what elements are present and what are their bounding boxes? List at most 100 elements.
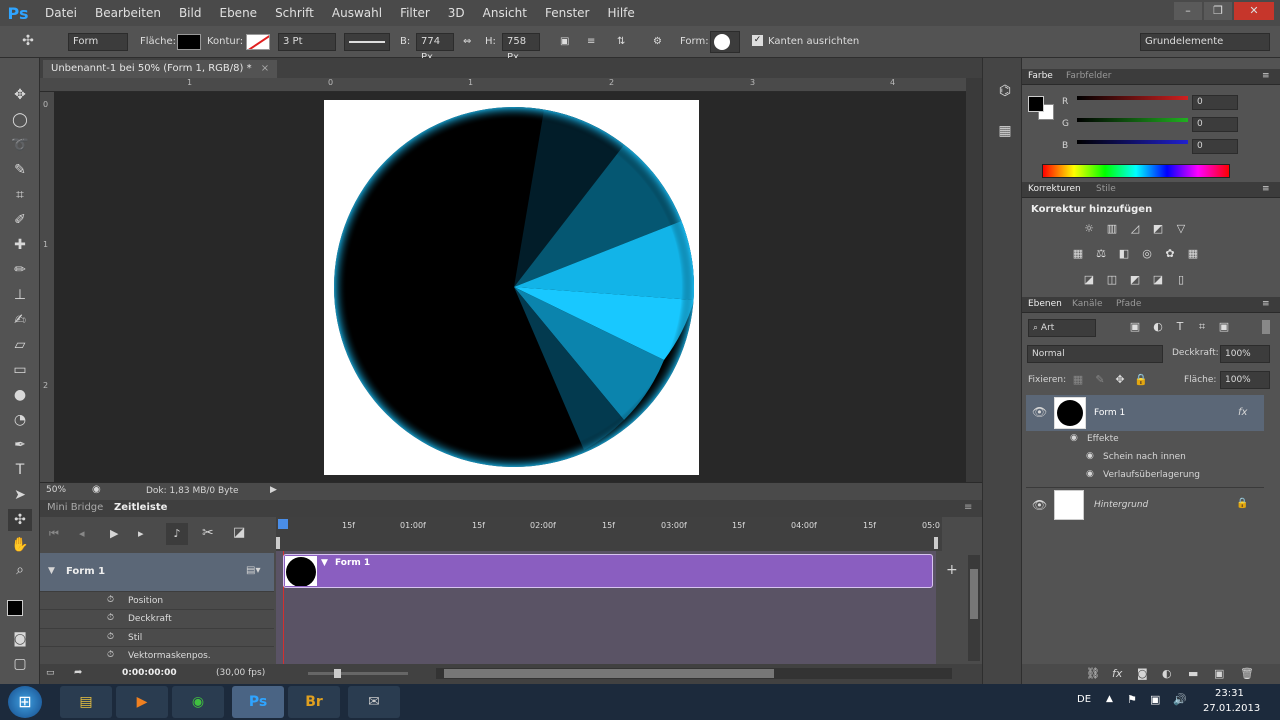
work-area-end-handle[interactable] [934,537,938,549]
close-button[interactable]: ✕ [1234,2,1274,20]
threshold-icon[interactable]: ◩ [1127,273,1143,287]
layer-filter-select[interactable]: ⌕ Art [1028,319,1096,337]
dodge-icon[interactable]: ◔ [8,409,32,431]
gear-icon[interactable]: ⚙ [653,36,662,47]
circle-shape[interactable] [324,100,699,475]
zoom-icon[interactable]: ⌕ [8,559,32,581]
tab-mini-bridge[interactable]: Mini Bridge [47,502,103,513]
invert-icon[interactable]: ◪ [1081,273,1097,287]
height-input[interactable]: 758 Px [502,33,540,63]
eye-icon[interactable]: 👁 [1032,498,1047,512]
photo-filter-icon[interactable]: ◎ [1139,247,1155,261]
effect-eye-icon[interactable]: ◉ [1086,469,1094,479]
eyedropper-icon[interactable]: ✐ [8,209,32,231]
zoom-slider[interactable] [308,669,408,678]
shape-tool-preset-icon[interactable]: ✣ [16,30,40,52]
flag-icon[interactable]: ⚑ [1127,693,1137,706]
path-alignment-icon[interactable]: ≡ [587,36,595,47]
convert-frames-icon[interactable]: ▭ [46,668,55,678]
clock-time[interactable]: 23:31 [1215,688,1244,699]
exposure-adjust-icon[interactable]: ◩ [1150,222,1166,236]
hue-saturation-icon[interactable]: ▦ [1070,247,1086,261]
work-area-start-handle[interactable] [276,537,280,549]
brightness-adjust-icon[interactable]: ☼ [1081,222,1097,236]
quick-mask-icon[interactable]: ◙ [8,628,32,650]
next-frame-icon[interactable]: ▸ [138,527,144,540]
eye-icon[interactable]: 👁 [1032,405,1047,419]
lock-transparent-icon[interactable]: ▦ [1070,373,1086,387]
panel-menu-icon[interactable]: ≡ [1262,299,1270,309]
custom-shape-icon[interactable]: ✣ [8,509,32,531]
status-menu-arrow-icon[interactable]: ▶ [270,485,277,495]
timeline-hscroll[interactable] [436,668,952,679]
add-mask-icon[interactable]: ◙ [1137,667,1148,680]
filter-toggle[interactable] [1262,320,1270,334]
healing-brush-icon[interactable]: ✚ [8,234,32,256]
gradient-map-icon[interactable]: ▯ [1173,273,1189,287]
tab-farbe[interactable]: Farbe [1028,71,1053,81]
stopwatch-icon[interactable]: ⏱ [107,613,114,623]
first-frame-icon[interactable]: ⏮ [49,527,59,541]
audio-icon[interactable]: ♪ [166,523,188,545]
time-ruler[interactable]: 15f 01:00f 15f 02:00f 15f 03:00f 15f 04:… [276,517,942,551]
layer-row-form1[interactable]: 👁 Form 1 fx [1026,395,1264,431]
timeline-layer-header[interactable]: ▼ Form 1 ▤▾ [40,553,274,591]
menu-filter[interactable]: Filter [391,6,439,20]
menu-datei[interactable]: Datei [36,6,86,20]
channel-g-slider[interactable] [1077,118,1188,122]
zoom-level[interactable]: 50% [46,485,66,495]
opacity-input[interactable]: 100% [1220,345,1270,363]
stroke-type-select[interactable] [344,33,390,51]
effect-eye-icon[interactable]: ◉ [1086,451,1094,461]
type-icon[interactable]: T [8,459,32,481]
menu-3d[interactable]: 3D [439,6,474,20]
transition-icon[interactable]: ◪ [233,525,245,540]
tool-mode-select[interactable]: Form [68,33,128,51]
chrome-taskbar-icon[interactable]: ◉ [172,686,224,718]
layer-name[interactable]: Form 1 [1094,408,1125,418]
photoshop-taskbar-icon[interactable]: Ps [232,686,284,718]
vibrance-adjust-icon[interactable]: ▽ [1173,222,1189,236]
render-video-icon[interactable]: ➦ [74,667,82,678]
new-group-icon[interactable]: ▬ [1188,667,1198,680]
hand-icon[interactable]: ✋ [8,534,32,556]
move-tool-icon[interactable]: ✥ [8,84,32,106]
play-icon[interactable]: ▶ [110,527,118,540]
curves-adjust-icon[interactable]: ◿ [1127,222,1143,236]
channel-mixer-icon[interactable]: ✿ [1162,247,1178,261]
menu-ansicht[interactable]: Ansicht [474,6,536,20]
panel-menu-icon[interactable]: ≡ [1262,71,1270,81]
add-style-icon[interactable]: fx [1112,667,1122,680]
color-lookup-icon[interactable]: ▦ [1185,247,1201,261]
lock-all-icon[interactable]: 🔒 [1133,373,1149,387]
tab-ebenen[interactable]: Ebenen [1028,299,1062,309]
minimize-button[interactable]: – [1174,2,1202,20]
filter-shape-icon[interactable]: ⌗ [1194,320,1210,334]
lasso-icon[interactable]: ➰ [8,134,32,156]
tab-zeitleiste[interactable]: Zeitleiste [114,502,167,513]
shape-picker[interactable] [710,31,740,53]
stopwatch-icon[interactable]: ⏱ [107,650,114,660]
bridge-taskbar-icon[interactable]: Br [288,686,340,718]
stopwatch-icon[interactable]: ⏱ [107,595,114,605]
tab-kanaele[interactable]: Kanäle [1072,299,1103,309]
property-row-stil[interactable]: ⏱ Stil [40,628,274,646]
stroke-swatch[interactable] [246,34,270,50]
black-white-icon[interactable]: ◧ [1116,247,1132,261]
ellipse-marquee-icon[interactable]: ◯ [8,109,32,131]
tab-korrekturen[interactable]: Korrekturen [1028,184,1081,194]
gradient-icon[interactable]: ▭ [8,359,32,381]
stamp-icon[interactable]: ⊥ [8,284,32,306]
tab-pfade[interactable]: Pfade [1116,299,1141,309]
history-panel-icon[interactable]: ⌬ [993,80,1017,102]
tab-farbfelder[interactable]: Farbfelder [1066,71,1111,81]
film-strip-icon[interactable]: ▤▾ [246,565,260,576]
layer-row-background[interactable]: 👁 Hintergrund 🔒 [1026,488,1264,524]
path-select-icon[interactable]: ➤ [8,484,32,506]
start-button[interactable]: ⊞ [8,686,42,718]
canvas[interactable] [324,100,699,475]
screen-mode-icon[interactable]: ▢ [8,653,32,675]
filter-pixel-icon[interactable]: ▣ [1127,320,1143,334]
brush-icon[interactable]: ✏ [8,259,32,281]
document-tab[interactable]: Unbenannt-1 bei 50% (Form 1, RGB/8) * × [43,60,278,78]
